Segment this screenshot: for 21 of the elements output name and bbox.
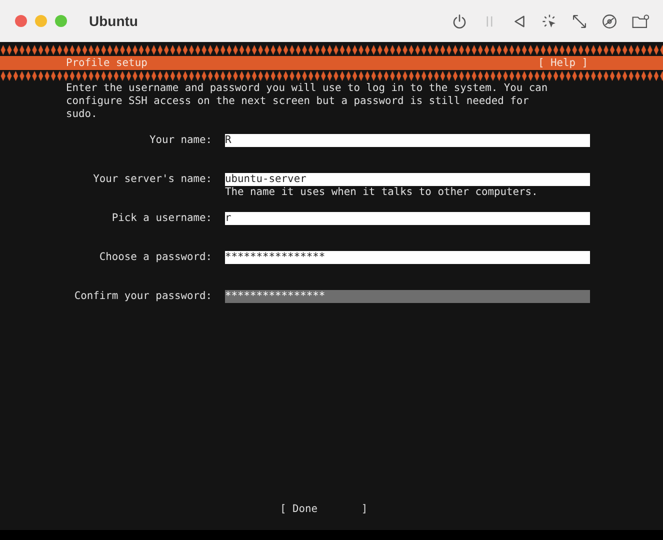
input-field[interactable]: R — [225, 134, 590, 147]
input-field[interactable]: r — [225, 212, 590, 225]
field-label: Your name: — [148, 134, 212, 147]
input-field[interactable]: **************** — [225, 251, 590, 264]
done-button[interactable]: [ Done ] — [280, 503, 368, 516]
field-label: Confirm your password: — [73, 290, 212, 303]
instructions-text: Enter the username and password you will use to log in to the system. You can configure SSH access on the next screen but a password is still needed for sudo. — [66, 82, 549, 121]
field-label: Choose a password: — [98, 251, 212, 264]
input-field[interactable]: ubuntu-server — [225, 173, 590, 186]
field-label: Your server's name: — [92, 173, 212, 186]
folder-icon[interactable] — [631, 12, 650, 30]
input-field[interactable]: **************** — [225, 290, 590, 303]
field-label: Pick a username: — [110, 212, 212, 225]
disc-icon[interactable] — [601, 12, 618, 30]
screen-title: Profile setup — [66, 56, 148, 70]
hint-text: The name it uses when it talks to other computers. — [225, 186, 539, 199]
power-icon[interactable] — [451, 12, 468, 30]
resize-icon[interactable] — [571, 12, 588, 30]
window-title: Ubuntu — [89, 13, 138, 29]
cursor-click-icon[interactable] — [541, 12, 558, 30]
close-button[interactable] — [15, 15, 27, 27]
